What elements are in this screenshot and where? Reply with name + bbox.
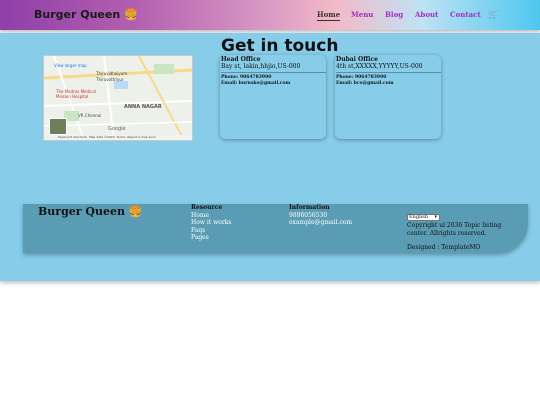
map-satellite-toggle[interactable]	[49, 118, 67, 135]
map-label: Thiruvidhaiyum	[96, 71, 128, 76]
map-label: ANNA NAGAR	[124, 104, 162, 110]
footer-email[interactable]: example@gmail.com	[289, 219, 352, 227]
brand-logo[interactable]: Burger Queen 🍔	[34, 8, 138, 21]
office-address: 4th st,XXXXX,YYYYY,US-000	[336, 63, 441, 73]
site-footer: Burger Queen 🍔 Resource Home How it work…	[23, 204, 528, 253]
brand-name: Burger Queen	[34, 8, 121, 21]
footer-resource: Resource Home How it works Faqs Pages	[191, 204, 231, 242]
cart-icon[interactable]: 🛒	[488, 10, 498, 19]
office-name: Head Office	[221, 56, 261, 63]
footer-link-how-it-works[interactable]: How it works	[191, 219, 231, 227]
footer-link-faqs[interactable]: Faqs	[191, 227, 231, 235]
chevron-down-icon: ▾	[434, 214, 437, 220]
footer-brand-name: Burger Queen	[38, 205, 125, 218]
burger-icon: 🍔	[124, 8, 138, 21]
google-logo: Google	[108, 126, 126, 132]
footer-information: Information 9896056530 example@gmail.com	[289, 204, 352, 227]
language-select[interactable]: English ▾	[407, 214, 440, 221]
office-card-head: Head Office Bay st, lakin,hhjio,US-000 P…	[220, 55, 326, 139]
office-name: Dubai Office	[336, 56, 378, 63]
language-value: English	[409, 214, 429, 220]
footer-phone[interactable]: 9896056530	[289, 212, 352, 220]
footer-link-home[interactable]: Home	[191, 212, 231, 220]
keyboard-shortcuts-link[interactable]: Keyboard shortcuts	[58, 135, 87, 139]
report-error-link[interactable]: Report a map error	[127, 135, 156, 139]
map-label: Mission Hospital	[56, 94, 89, 99]
burger-icon: 🍔	[128, 205, 143, 218]
page-title: Get in touch	[221, 36, 339, 56]
office-email: Email: bco@gmail.com	[336, 81, 394, 86]
view-larger-map-link[interactable]: View larger map	[54, 63, 87, 68]
map-footer: Keyboard shortcuts Map data ©2020 Terms …	[58, 135, 192, 140]
nav-menu[interactable]: Menu	[351, 10, 373, 19]
office-card-dubai: Dubai Office 4th st,XXXXX,YYYYY,US-000 P…	[335, 55, 441, 139]
nav-about[interactable]: About	[415, 10, 438, 19]
nav-blog[interactable]: Blog	[385, 10, 403, 19]
footer-brand: Burger Queen 🍔	[38, 205, 143, 218]
nav-contact[interactable]: Contact	[450, 10, 481, 19]
office-email: Email: burnsko@gmail.com	[221, 81, 291, 86]
top-navbar: Burger Queen 🍔 Home Menu Blog About Cont…	[0, 0, 540, 30]
designed-by-text: Designed : TemplateMO	[407, 244, 481, 252]
information-heading: Information	[289, 204, 330, 211]
office-address: Bay st, lakin,hhjio,US-000	[221, 63, 326, 73]
office-phone: Phone: 9064783900	[221, 75, 272, 80]
map-data-text: Map data ©2020	[88, 135, 115, 139]
office-phone: Phone: 9064783900	[336, 75, 387, 80]
nav-home[interactable]: Home	[317, 10, 341, 21]
resource-heading: Resource	[191, 204, 223, 211]
terms-link[interactable]: Terms	[117, 135, 126, 139]
google-map[interactable]: View larger map Thiruvidhaiyum Thiruvott…	[43, 55, 193, 141]
map-label: VR Chennai	[78, 113, 102, 118]
map-label: Thiruvottriyur	[96, 77, 124, 82]
copyright-text: Copyright ul 2036 Topic listing center. …	[407, 222, 502, 237]
footer-legal: Copyright ul 2036 Topic listing center. …	[407, 222, 517, 252]
footer-link-pages[interactable]: Pages	[191, 234, 231, 242]
